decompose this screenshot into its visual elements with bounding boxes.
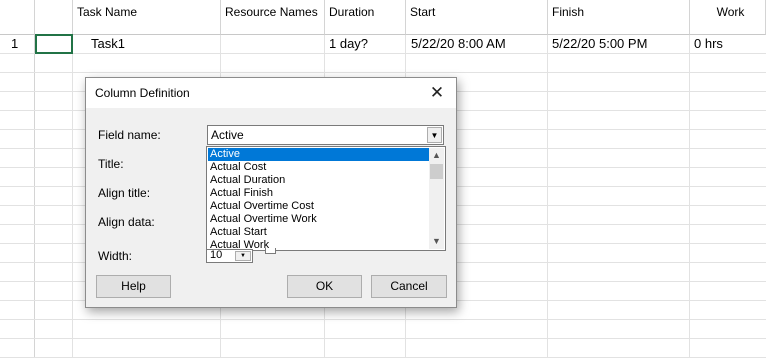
header-finish-label: Finish: [552, 5, 585, 19]
list-item[interactable]: Actual Start: [208, 226, 431, 239]
indicator-cell-selected[interactable]: [35, 34, 73, 54]
scroll-down-icon[interactable]: ▼: [429, 234, 444, 249]
width-label: Width:: [98, 249, 133, 263]
duration-cell[interactable]: 1 day?: [329, 35, 368, 53]
header-start[interactable]: Start: [406, 0, 548, 35]
grid-line: [0, 338, 766, 339]
field-name-label: Field name:: [98, 128, 161, 142]
dialog-titlebar[interactable]: Column Definition ✕: [86, 78, 456, 108]
header-task-name[interactable]: Task Name: [73, 0, 221, 35]
work-cell[interactable]: 0 hrs: [694, 35, 723, 53]
list-item[interactable]: Actual Duration: [208, 174, 431, 187]
row-number: 1: [11, 36, 19, 51]
row-number-column: [0, 35, 35, 358]
finish-cell[interactable]: 5/22/20 5:00 PM: [552, 35, 647, 53]
grid-line: [0, 53, 766, 54]
grid-line: [0, 72, 766, 73]
align-data-label: Align data:: [98, 215, 155, 229]
align-title-label: Align title:: [98, 186, 151, 200]
grid-line: [0, 319, 766, 320]
header-indicators[interactable]: i: [35, 0, 84, 35]
cancel-button[interactable]: Cancel: [371, 275, 447, 298]
header-row-number[interactable]: [0, 0, 35, 35]
dropdown-arrow-icon[interactable]: ▼: [427, 127, 442, 143]
header-start-label: Start: [410, 5, 436, 19]
scrollbar-thumb[interactable]: [430, 164, 443, 179]
width-value: 10: [210, 249, 223, 261]
ok-button[interactable]: OK: [287, 275, 362, 298]
header-finish[interactable]: Finish: [548, 0, 690, 35]
grid-line: [547, 35, 548, 358]
listbox-scrollbar[interactable]: ▲ ▼: [429, 148, 444, 249]
header-work-label: Work: [716, 5, 745, 19]
list-item[interactable]: Active: [208, 148, 431, 161]
list-item[interactable]: Actual Finish: [208, 187, 431, 200]
width-spinner[interactable]: 10 ▼: [206, 249, 253, 263]
field-name-dropdown[interactable]: Active ▼: [207, 125, 444, 145]
close-icon[interactable]: ✕: [422, 80, 452, 106]
grid-line: [689, 35, 690, 358]
title-label: Title:: [98, 157, 124, 171]
field-name-value: Active: [211, 128, 244, 142]
header-task-name-label: Task Name: [77, 5, 138, 19]
spin-down-icon[interactable]: ▼: [235, 251, 251, 261]
field-name-listbox[interactable]: Active Actual Cost Actual Duration Actua…: [206, 146, 446, 251]
list-item[interactable]: Actual Overtime Work: [208, 213, 431, 226]
header-resource-names[interactable]: Resource Names: [221, 0, 325, 35]
task-name-cell[interactable]: Task1: [91, 35, 125, 53]
checkbox-partial[interactable]: [265, 248, 276, 254]
start-cell[interactable]: 5/22/20 8:00 AM: [411, 35, 506, 53]
column-definition-dialog: Column Definition ✕ Field name: Title: A…: [85, 77, 457, 308]
scroll-up-icon[interactable]: ▲: [429, 148, 444, 163]
dialog-title: Column Definition: [95, 86, 190, 100]
header-resource-names-label: Resource Names: [225, 5, 318, 19]
header-work[interactable]: Work: [690, 0, 766, 35]
header-duration-label: Duration: [329, 5, 375, 19]
help-button[interactable]: Help: [96, 275, 171, 298]
list-item[interactable]: Actual Overtime Cost: [208, 200, 431, 213]
list-item[interactable]: Actual Cost: [208, 161, 431, 174]
grid-line: [72, 35, 73, 358]
header-duration[interactable]: Duration: [325, 0, 406, 35]
